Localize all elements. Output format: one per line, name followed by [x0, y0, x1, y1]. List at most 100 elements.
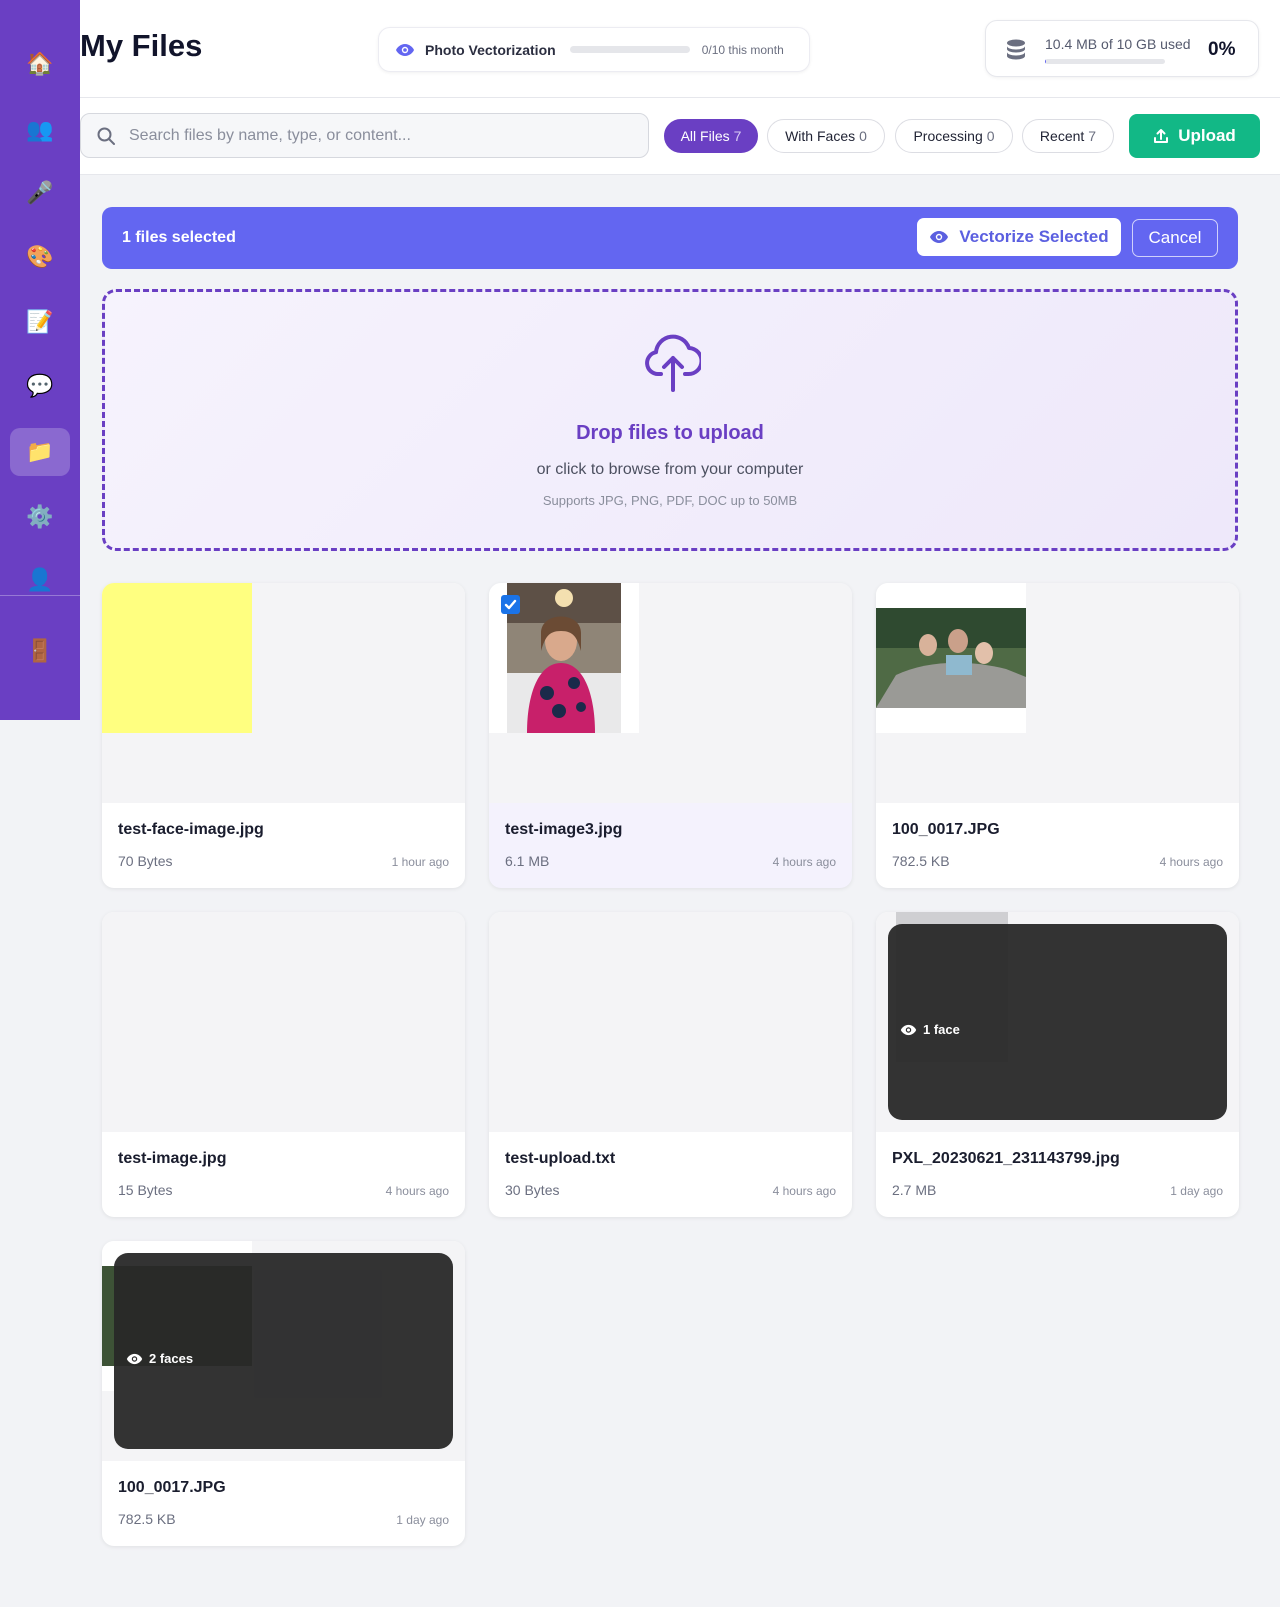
file-size: 30 Bytes [505, 1182, 560, 1198]
user-icon: 👤 [26, 567, 54, 592]
upload-label: Upload [1178, 126, 1236, 145]
nav-art[interactable]: 🎨 [10, 233, 70, 281]
file-name: 100_0017.JPG [118, 1479, 226, 1496]
search-icon [97, 127, 115, 145]
file-name: test-face-image.jpg [118, 821, 264, 838]
filter-recent[interactable]: Recent 7 [1022, 119, 1114, 153]
dropzone-note: Supports JPG, PNG, PDF, DOC up to 50MB [542, 493, 798, 508]
vectorization-quota: Photo Vectorization 0/10 this month [378, 27, 810, 72]
file-size: 6.1 MB [505, 853, 550, 869]
file-time: 4 hours ago [385, 1184, 449, 1198]
file-size: 782.5 KB [118, 1511, 176, 1527]
file-card[interactable]: 2 faces 100_0017.JPG 782.5 KB 1 day ago [102, 1241, 465, 1546]
select-checkbox[interactable] [501, 595, 520, 614]
nav-chat[interactable]: 💬 [10, 362, 70, 410]
file-name: test-image3.jpg [505, 821, 623, 838]
image-thumbnail [876, 583, 1026, 733]
file-time: 4 hours ago [1159, 855, 1223, 869]
storage-percent: 0% [1208, 39, 1236, 60]
upload-dropzone[interactable]: Drop files to upload or click to browse … [102, 289, 1238, 551]
file-card-selected[interactable]: test-image3.jpg 6.1 MB 4 hours ago [489, 583, 852, 888]
file-card[interactable]: test-upload.txt 30 Bytes 4 hours ago [489, 912, 852, 1217]
selection-bar: 1 files selected Vectorize Selected Canc… [102, 207, 1238, 269]
dropzone-subtitle: or click to browse from your computer [536, 461, 804, 478]
eye-icon [126, 1353, 143, 1364]
vectorize-selected-button[interactable]: Vectorize Selected [917, 218, 1121, 256]
photo-group [876, 608, 1026, 708]
file-size: 70 Bytes [118, 853, 173, 869]
memo-icon: 📝 [26, 309, 54, 334]
upload-button[interactable]: Upload [1129, 114, 1260, 158]
eye-icon [396, 43, 414, 56]
file-name: test-upload.txt [505, 1150, 616, 1167]
home-icon: 🏠 [26, 51, 54, 76]
file-preview [102, 912, 465, 1132]
nav-divider [0, 595, 80, 596]
file-preview [489, 583, 852, 803]
file-card[interactable]: test-face-image.jpg 70 Bytes 1 hour ago [102, 583, 465, 888]
chip-label: With Faces [785, 128, 856, 144]
search-box[interactable] [80, 113, 649, 158]
nav-profile[interactable]: 👤 [10, 556, 70, 604]
file-preview: 2 faces [102, 1241, 465, 1461]
file-preview: 1 face [876, 912, 1239, 1132]
file-name: PXL_20230621_231143799.jpg [892, 1150, 1120, 1167]
vectorize-label: Vectorize Selected [959, 227, 1109, 246]
nav-voice[interactable]: 🎤 [10, 169, 70, 217]
eye-icon [900, 1024, 917, 1035]
file-preview [876, 583, 1239, 803]
palette-icon: 🎨 [26, 244, 54, 269]
filter-with-faces[interactable]: With Faces 0 [767, 119, 885, 153]
cloud-upload-icon [645, 334, 701, 392]
face-count-badge: 2 faces [126, 1351, 193, 1366]
search-input[interactable] [129, 126, 609, 145]
file-card[interactable]: 100_0017.JPG 782.5 KB 4 hours ago [876, 583, 1239, 888]
storage-usage: 10.4 MB of 10 GB used 0% [985, 20, 1259, 77]
chat-icon: 💬 [26, 373, 54, 398]
file-preview [489, 912, 852, 1132]
page-title: My Files [80, 28, 203, 63]
eye-icon [930, 231, 949, 243]
door-icon: 🚪 [26, 638, 54, 663]
filter-processing[interactable]: Processing 0 [895, 119, 1013, 153]
quota-progress-bar [569, 46, 690, 53]
file-card[interactable]: 1 face PXL_20230621_231143799.jpg 2.7 MB… [876, 912, 1239, 1217]
file-time: 1 day ago [1170, 1184, 1223, 1198]
nav-users[interactable]: 👥 [10, 106, 70, 154]
users-icon: 👥 [26, 117, 54, 142]
nav-files[interactable]: 📁 [10, 428, 70, 476]
file-card[interactable]: test-image.jpg 15 Bytes 4 hours ago [102, 912, 465, 1217]
chip-count: 7 [733, 128, 742, 144]
gear-icon: ⚙️ [26, 504, 54, 529]
dropzone-title: Drop files to upload [576, 422, 764, 444]
sidebar: 🏠 👥 🎤 🎨 📝 💬 📁 ⚙️ 👤 🚪 [0, 0, 80, 720]
quota-count: 0/10 this month [701, 42, 784, 57]
file-preview [102, 583, 465, 803]
chip-label: Processing [913, 128, 983, 144]
file-size: 15 Bytes [118, 1182, 173, 1198]
filter-all-files[interactable]: All Files 7 [664, 119, 758, 153]
header: My Files Photo Vectorization 0/10 this m… [80, 0, 1280, 98]
quota-label: Photo Vectorization [425, 41, 556, 58]
file-time: 1 hour ago [391, 855, 449, 869]
nav-logout[interactable]: 🚪 [10, 627, 70, 675]
file-time: 4 hours ago [772, 855, 836, 869]
toolbar: All Files7 With Faces0 Processing0 Recen… [80, 98, 1280, 175]
file-name: test-image.jpg [118, 1150, 227, 1167]
upload-icon [1154, 129, 1169, 143]
chip-label: Recent [1039, 128, 1085, 144]
cancel-button[interactable]: Cancel [1132, 219, 1218, 257]
face-detection-overlay: 1 face [888, 924, 1227, 1120]
folder-icon: 📁 [26, 439, 54, 464]
file-size: 782.5 KB [892, 853, 950, 869]
file-name: 100_0017.JPG [892, 821, 1000, 838]
checkmark-icon [504, 599, 517, 610]
nav-notes[interactable]: 📝 [10, 298, 70, 346]
face-detection-overlay: 2 faces [114, 1253, 453, 1449]
file-time: 1 day ago [396, 1513, 449, 1527]
chip-count: 0 [859, 128, 867, 144]
file-size: 2.7 MB [892, 1182, 937, 1198]
microphone-icon: 🎤 [26, 180, 54, 205]
nav-settings[interactable]: ⚙️ [10, 493, 70, 541]
nav-home[interactable]: 🏠 [10, 40, 70, 88]
